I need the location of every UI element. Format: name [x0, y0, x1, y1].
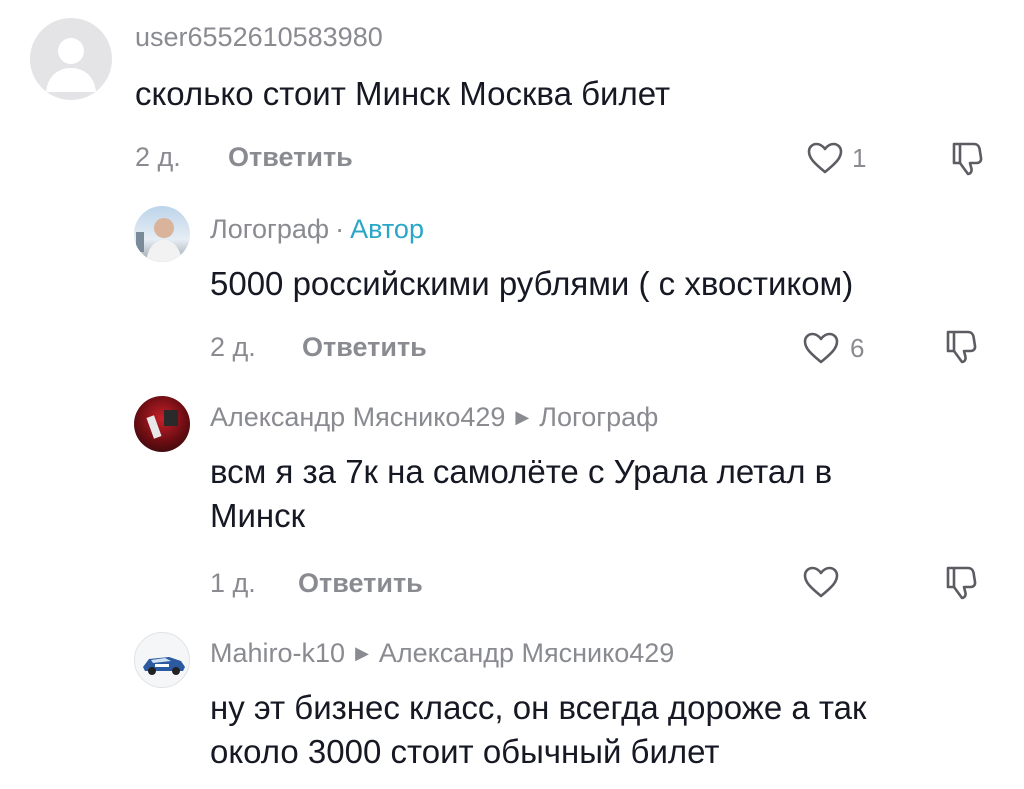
reply-button[interactable]: Ответить — [302, 332, 427, 363]
user-photo-avatar[interactable] — [134, 206, 190, 262]
username-text[interactable]: Mahiro-k10 — [210, 638, 345, 668]
dislike-icon[interactable] — [940, 562, 980, 602]
reply-button[interactable]: Ответить — [298, 568, 423, 599]
comment-time: 1 д. — [210, 568, 256, 598]
comment-username[interactable]: Логограф · Автор — [210, 214, 424, 245]
separator: · — [335, 214, 345, 244]
heart-icon[interactable] — [806, 141, 844, 175]
comment-text-line: всм я за 7к на самолёте с Урала летал в — [210, 453, 833, 490]
comment-time: 2 д. — [135, 142, 181, 172]
dislike-icon[interactable] — [946, 138, 986, 178]
username-text[interactable]: Логограф — [210, 214, 329, 244]
default-avatar-icon[interactable] — [30, 18, 112, 100]
heart-icon[interactable] — [802, 331, 840, 365]
comment-text-line: ну эт бизнес класс, он всегда дороже а т… — [210, 689, 867, 726]
comment-text: ну эт бизнес класс, он всегда дороже а т… — [210, 686, 866, 774]
dislike-icon[interactable] — [940, 326, 980, 366]
reply-button[interactable]: Ответить — [228, 142, 353, 173]
comment-text-line: около 3000 стоит обычный билет — [210, 733, 720, 770]
comment-time: 2 д. — [210, 332, 256, 362]
comment-text: сколько стоит Минск Москва билет — [135, 75, 671, 112]
heart-icon[interactable] — [802, 565, 840, 599]
author-badge: Автор — [350, 214, 424, 244]
comment-text: всм я за 7к на самолёте с Урала летал в … — [210, 450, 832, 538]
comment-username[interactable]: Александр Мяснико429 ▶ Логограф — [210, 402, 658, 433]
reply-arrow-icon: ▶ — [355, 643, 369, 663]
like-count: 1 — [852, 143, 867, 173]
car-photo-avatar[interactable] — [134, 632, 190, 688]
reply-to-username[interactable]: Логограф — [539, 402, 658, 432]
like-count: 6 — [850, 333, 865, 363]
reply-to-username[interactable]: Александр Мяснико429 — [379, 638, 674, 668]
reply-arrow-icon: ▶ — [515, 407, 530, 427]
user-photo-avatar[interactable] — [134, 396, 190, 452]
comment-username[interactable]: Mahiro-k10 ▶ Александр Мяснико429 — [210, 638, 674, 669]
comment-username[interactable]: user6552610583980 — [135, 22, 383, 53]
comment-text: 5000 российскими рублями ( с хвостиком) — [210, 265, 854, 302]
comment-text-line: Минск — [210, 497, 306, 534]
username-text[interactable]: Александр Мяснико429 — [210, 402, 505, 432]
